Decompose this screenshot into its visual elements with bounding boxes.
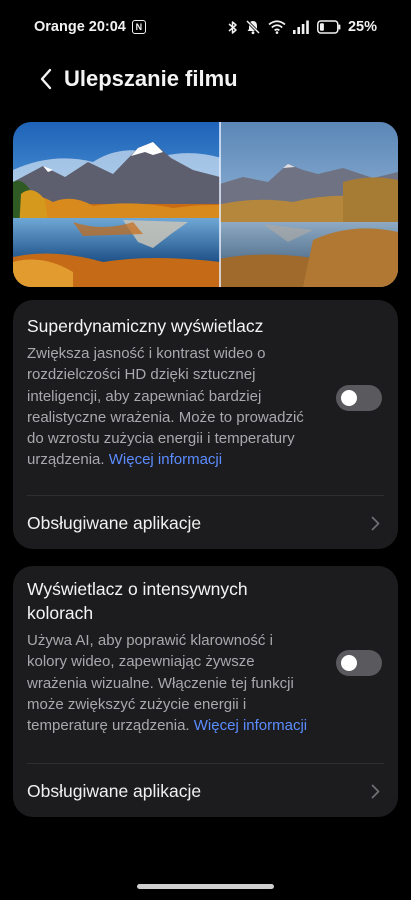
nfc-icon: N bbox=[131, 20, 146, 34]
signal-icon bbox=[292, 20, 310, 34]
carrier-name: Orange bbox=[34, 19, 85, 35]
toggle-knob bbox=[341, 390, 357, 406]
supported-apps-row[interactable]: Obsługiwane aplikacje bbox=[13, 764, 398, 818]
more-info-link[interactable]: Więcej informacji bbox=[109, 451, 222, 468]
clock: 20:04 bbox=[88, 19, 126, 35]
supported-apps-label: Obsługiwane aplikacje bbox=[27, 780, 202, 801]
setting-title: Wyświetlacz o intensywnych kolorach bbox=[27, 579, 248, 623]
chevron-left-icon bbox=[40, 68, 52, 90]
page-title: Ulepszanie filmu bbox=[64, 66, 238, 91]
status-right: 25% bbox=[228, 19, 377, 35]
mute-icon bbox=[245, 19, 261, 35]
super-dynamic-display-toggle[interactable] bbox=[336, 385, 382, 411]
setting-title: Superdynamiczny wyświetlacz bbox=[27, 316, 264, 336]
vivid-colors-display-card: Wyświetlacz o intensywnych kolorach Używ… bbox=[13, 566, 398, 817]
supported-apps-row[interactable]: Obsługiwane aplikacje bbox=[13, 496, 398, 550]
app-header: Ulepszanie filmu bbox=[0, 57, 411, 101]
chevron-right-icon bbox=[371, 516, 380, 531]
bluetooth-icon bbox=[228, 20, 238, 35]
preview-image bbox=[13, 122, 398, 287]
vivid-colors-display-toggle[interactable] bbox=[336, 650, 382, 676]
home-indicator[interactable] bbox=[137, 884, 274, 889]
status-left: Orange 20:04 N bbox=[34, 19, 146, 35]
setting-description: Używa AI, aby poprawić klarowność i kolo… bbox=[27, 630, 315, 736]
more-info-link[interactable]: Więcej informacji bbox=[194, 717, 307, 734]
super-dynamic-display-card: Superdynamiczny wyświetlacz Zwiększa jas… bbox=[13, 300, 398, 549]
super-dynamic-display-setting[interactable]: Superdynamiczny wyświetlacz Zwiększa jas… bbox=[27, 314, 384, 471]
toggle-knob bbox=[341, 655, 357, 671]
chevron-right-icon bbox=[371, 784, 380, 799]
vivid-colors-display-setting[interactable]: Wyświetlacz o intensywnych kolorach Używ… bbox=[27, 577, 384, 736]
back-button[interactable] bbox=[24, 57, 68, 101]
setting-description: Zwiększa jasność i kontrast wideo o rozd… bbox=[27, 343, 315, 471]
battery-percentage: 25% bbox=[347, 19, 377, 35]
supported-apps-label: Obsługiwane aplikacje bbox=[27, 512, 202, 533]
description-text: Zwiększa jasność i kontrast wideo o rozd… bbox=[27, 345, 304, 469]
battery-icon bbox=[317, 20, 341, 34]
wifi-icon bbox=[268, 20, 286, 34]
status-bar: Orange 20:04 N 25% bbox=[0, 0, 411, 54]
